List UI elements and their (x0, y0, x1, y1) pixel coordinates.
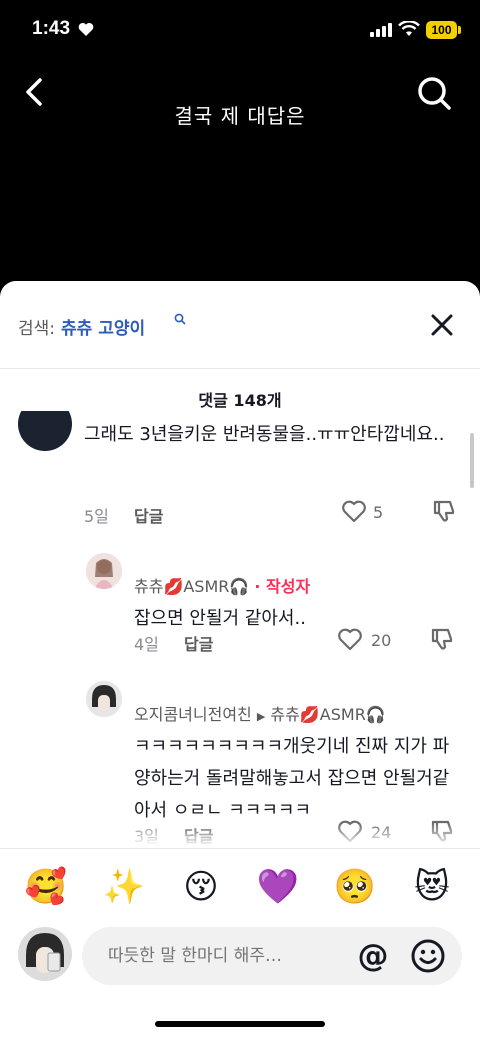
comment-date: 5일 (84, 507, 109, 526)
emoji-heart-eyes-cat[interactable]: 😻 (408, 863, 456, 911)
scrollbar[interactable] (470, 433, 474, 488)
reply-button[interactable]: 답글 (184, 631, 213, 655)
comment-username[interactable]: 오지콤녀니전여친 ▶ 츄츄💋ASMR🎧 (134, 701, 454, 725)
like-icon[interactable] (340, 497, 368, 525)
avatar[interactable] (86, 553, 122, 589)
avatar[interactable] (18, 411, 72, 451)
author-avatar-image (86, 553, 122, 589)
emoji-smiling-hearts[interactable]: 🥰 (22, 863, 70, 911)
comments-sheet: 검색: 츄츄 고양이 댓글 148개 그래도 3년을키운 반려동물을..ㅠㅠ안타깝… (0, 281, 480, 1040)
search-prefix: 검색: (18, 319, 56, 339)
close-button[interactable] (426, 309, 458, 341)
emoji-quick-bar: 🥰 ✨ 😚 💜 🥺 😻 (0, 848, 480, 928)
comment-input[interactable] (108, 927, 338, 985)
signal-icon (370, 23, 392, 37)
like-icon[interactable] (336, 625, 364, 653)
comments-list[interactable]: 그래도 3년을키운 반려동물을..ㅠㅠ안타깝네요.. 5일 답글 5 츄츄💋AS… (0, 411, 480, 847)
comment-text: 잡으면 안될거 같아서.. (134, 608, 306, 629)
small-search-icon (174, 313, 186, 325)
my-avatar-image (18, 927, 72, 981)
emoji-purple-heart[interactable]: 💜 (254, 863, 302, 911)
comment-text: 그래도 3년을키운 반려동물을..ㅠㅠ안타깝네요.. (84, 424, 445, 445)
video-caption: 결국 제 대답은 (174, 104, 306, 128)
comment-composer[interactable]: @ (82, 927, 462, 985)
search-button[interactable] (412, 72, 456, 116)
search-icon (418, 77, 451, 110)
smiley-icon (411, 939, 445, 973)
battery-tip (458, 26, 461, 34)
user-avatar-image (86, 681, 122, 717)
home-indicator (155, 1021, 325, 1027)
heart-icon (78, 22, 94, 36)
search-suggestion-row[interactable]: 검색: 츄츄 고양이 (0, 281, 480, 369)
battery-indicator: 100 (426, 21, 457, 39)
like-count: 5 (373, 503, 384, 522)
comment-count: 댓글 148개 (198, 391, 282, 410)
avatar[interactable] (86, 681, 122, 717)
reply-to-username[interactable]: 츄츄💋ASMR🎧 (270, 705, 385, 724)
reply-arrow-icon: ▶ (256, 710, 266, 723)
status-bar: 1:43 100 (0, 0, 480, 60)
emoji-pleading-face[interactable]: 🥺 (331, 863, 379, 911)
like-count: 20 (371, 631, 392, 650)
wifi-icon (398, 21, 420, 36)
scroll-fade (0, 823, 480, 847)
comment-text: ㅋㅋㅋㅋㅋㅋㅋㅋㅋ개웃기네 진짜 지가 파양하는거 돌려말해놓고서 잡으면 안될… (134, 736, 450, 821)
emoji-kissing-face[interactable]: 😚 (177, 863, 225, 911)
search-suggestion[interactable]: 검색: 츄츄 고양이 (18, 314, 145, 339)
dislike-icon[interactable] (428, 625, 456, 653)
username[interactable]: 츄츄💋ASMR🎧 (134, 577, 249, 596)
username[interactable]: 오지콤녀니전여친 (134, 705, 252, 724)
my-avatar[interactable] (18, 927, 72, 981)
emoji-sparkles[interactable]: ✨ (100, 863, 148, 911)
comment-username[interactable]: 츄츄💋ASMR🎧 · 작성자 (134, 573, 310, 597)
author-tag: · 작성자 (254, 577, 311, 596)
search-query-link[interactable]: 츄츄 고양이 (61, 319, 145, 339)
dislike-icon[interactable] (430, 497, 458, 525)
emoji-picker-button[interactable] (407, 935, 449, 977)
status-time: 1:43 (32, 18, 71, 39)
comment-date: 4일 (134, 635, 159, 654)
reply-button[interactable]: 답글 (134, 503, 163, 527)
mention-button[interactable]: @ (352, 935, 394, 977)
close-icon (431, 314, 453, 336)
